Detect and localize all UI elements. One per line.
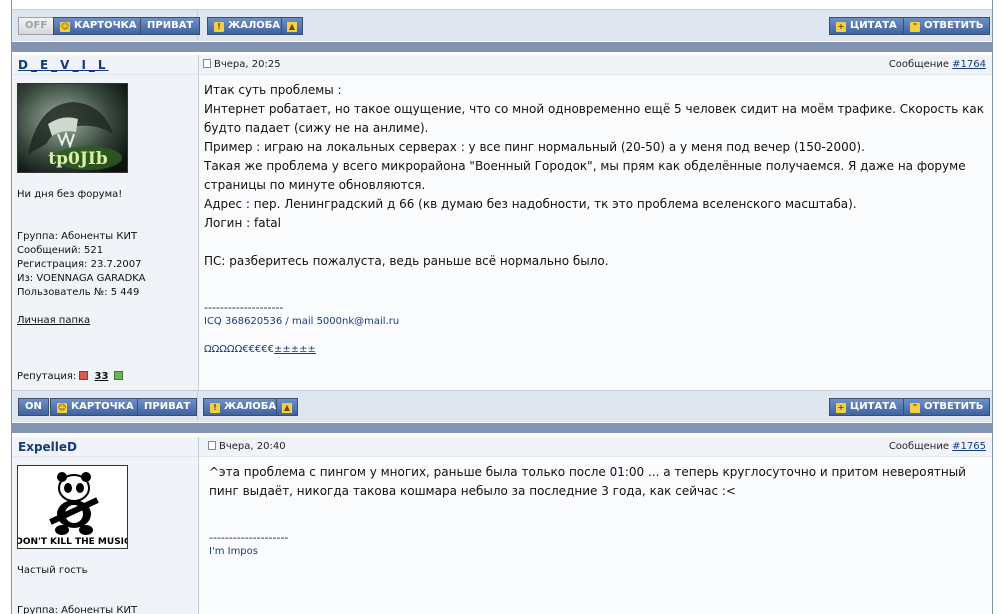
rep-plus-icon[interactable] [114,371,124,380]
rep-minus-icon[interactable] [79,371,89,380]
post-body: ^эта проблема с пингом у многих, раньше … [199,457,992,614]
post-line: Такая же проблема у всего микрорайона "В… [204,159,966,192]
user-icon: ☺ [57,403,67,413]
card-label: КАРТОЧКА [74,20,137,31]
user-avatar[interactable]: DON'T KILL THE MUSIC [17,465,128,549]
card-button[interactable]: ☺ КАРТОЧКА [53,17,144,35]
forum-frame: OFF ☺ КАРТОЧКА ПРИВАТ ! ЖАЛОБА ▲ + ЦИТАТА "… [11,0,993,614]
post-icon [208,441,216,450]
post-line: ПС: разберитесь пожалуста, ведь раньше в… [204,254,609,268]
user-group: Группа: Абоненты КИТ [17,231,138,242]
user-location: Из: VOENNAGA GARADKA [17,273,146,284]
post-line: Итак суть проблемы : [204,83,342,97]
exclamation-icon: ! [210,403,220,413]
post-date-text: Вчера, 20:25 [214,59,281,70]
report-label: ЖАЛОБА [224,401,277,412]
message-label: Сообщение [888,59,949,70]
reply-label: ОТВЕТИТЬ [924,401,984,412]
author-sidebar: DON'T KILL THE MUSIC Частый гость Группа… [12,457,199,614]
post-date: Вчера, 20:40 [208,441,286,452]
post-separator [12,42,992,52]
reply-button[interactable]: " ОТВЕТИТЬ [903,17,991,35]
post-permalink[interactable]: #1764 [952,59,986,70]
post-header: D_E_V_I_L Вчера, 20:25 Сообщение #1764 [12,55,992,75]
post-line: Пример : играю на локальных серверах : у… [204,140,865,154]
card-button[interactable]: ☺ КАРТОЧКА [50,398,141,416]
post-signature: -------------------- I'm Impos [209,531,987,559]
reputation: Репутация: 33 [17,371,124,382]
post-line: Логин : fatal [204,216,281,230]
plus-icon: + [836,403,846,413]
post-header: ExpelleD Вчера, 20:40 Сообщение #1765 [12,437,992,457]
post-number: Сообщение #1765 [889,441,986,452]
online-status-button[interactable]: ON [18,398,49,416]
arrow-up-icon: ▲ [287,22,297,32]
avatar-caption: tp0JIb [48,149,108,169]
personal-folder-link[interactable]: Личная папка [17,315,90,326]
user-tagline: Ни дня без форума! [17,189,123,200]
scroll-top-button[interactable]: ▲ [276,398,298,416]
user-icon: ☺ [60,22,70,32]
scroll-top-button[interactable]: ▲ [281,17,303,35]
post-permalink[interactable]: #1765 [952,441,986,452]
report-button[interactable]: ! ЖАЛОБА [203,398,284,416]
post-number: Сообщение #1764 [889,59,986,70]
personal-folder-label: Личная папка [17,315,91,326]
signature-symbols-a: ΩΩΩΩΩ€€€€€ [204,344,275,355]
post-author[interactable]: D_E_V_I_L [18,58,109,72]
avatar-panda-image: DON'T KILL THE MUSIC [18,466,128,548]
signature-text: I'm Impos [209,546,258,557]
post-body: Итак суть проблемы : Интернет робатает, … [199,75,992,390]
user-group: Группа: Абоненты КИТ [17,605,138,614]
report-button[interactable]: ! ЖАЛОБА [207,17,288,35]
avatar-creature-image: tp0JIb [18,84,127,172]
online-status-button[interactable]: OFF [18,17,55,35]
post-toolbar-bottom: ON ☺ КАРТОЧКА ПРИВАТ ! ЖАЛОБА ▲ + ЦИТАТА " О… [12,390,992,422]
quote-label: ЦИТАТА [850,401,897,412]
avatar-caption: DON'T KILL THE MUSIC [18,537,128,547]
post-line: Интернет робатает, но такое ощущение, чт… [204,102,984,135]
post-author[interactable]: ExpelleD [18,440,77,454]
message-label: Сообщение [888,441,949,452]
signature-contacts: ICQ 368620536 / mail 5000nk@mail.ru [204,316,400,327]
user-number: Пользователь №: 5 449 [17,287,140,298]
quote-button[interactable]: + ЦИТАТА [829,17,904,35]
signature-divider: -------------------- [204,301,284,314]
forum-post: ExpelleD Вчера, 20:40 Сообщение #1765 DO… [12,437,992,614]
reply-label: ОТВЕТИТЬ [924,20,984,31]
report-label: ЖАЛОБА [228,20,281,31]
post-line: Адрес : пер. Ленинградский д 66 (кв дума… [204,197,857,211]
post-signature: -------------------- ICQ 368620536 / mai… [204,301,987,357]
post-icon [203,59,211,68]
quote-marks-icon: " [910,403,920,413]
signature-symbols-b: ±±±±± [274,344,316,355]
quote-marks-icon: " [910,22,920,32]
post-line: ^эта проблема с пингом у многих, раньше … [209,465,966,498]
private-message-button[interactable]: ПРИВАТ [140,17,201,35]
author-sidebar: tp0JIb Ни дня без форума! Группа: Абонен… [12,75,199,390]
user-avatar[interactable]: tp0JIb [17,83,128,173]
arrow-up-icon: ▲ [282,403,292,413]
post-date-text: Вчера, 20:40 [219,441,286,452]
plus-icon: + [836,22,846,32]
forum-post: D_E_V_I_L Вчера, 20:25 Сообщение #1764 t… [12,55,992,390]
private-message-button[interactable]: ПРИВАТ [137,398,198,416]
user-tagline: Частый гость [17,565,88,576]
signature-symbols: ΩΩΩΩΩ€€€€€±±±±± [204,343,987,357]
post-separator [12,423,992,433]
signature-divider: -------------------- [209,531,289,544]
post-toolbar-top: OFF ☺ КАРТОЧКА ПРИВАТ ! ЖАЛОБА ▲ + ЦИТАТА "… [12,9,992,41]
exclamation-icon: ! [214,22,224,32]
user-post-count: Сообщений: 521 [17,245,104,256]
post-date: Вчера, 20:25 [203,59,281,70]
reputation-value[interactable]: 33 [94,371,108,382]
quote-button[interactable]: + ЦИТАТА [829,398,904,416]
quote-label: ЦИТАТА [850,20,897,31]
user-registered: Регистрация: 23.7.2007 [17,259,142,270]
card-label: КАРТОЧКА [71,401,134,412]
reputation-label: Репутация: [17,371,77,382]
reply-button[interactable]: " ОТВЕТИТЬ [903,398,991,416]
